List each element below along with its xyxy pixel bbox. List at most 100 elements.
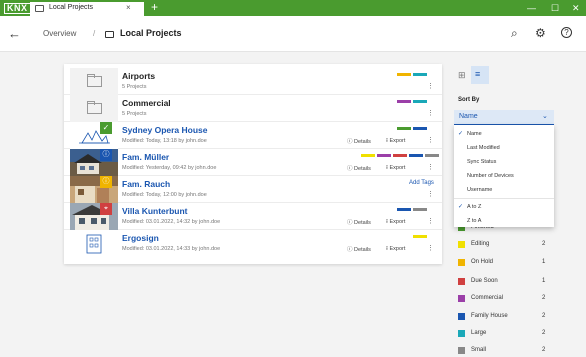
gear-icon[interactable]: ⚙: [535, 26, 546, 40]
more-menu-icon[interactable]: ⋮: [427, 217, 434, 225]
filter-commercial[interactable]: Commercial 2: [458, 294, 558, 306]
breadcrumb-overview[interactable]: Overview: [43, 29, 76, 38]
check-icon: ✓: [458, 131, 464, 137]
export-button[interactable]: ⭱ Export: [386, 218, 405, 227]
details-button[interactable]: ⓘ Details: [347, 137, 371, 145]
tag-bar: [361, 154, 439, 157]
export-button[interactable]: ⭱ Export: [386, 137, 405, 146]
tag-bar: [397, 100, 427, 103]
filter-on-hold[interactable]: On Hold 1: [458, 258, 558, 270]
grid-view-icon[interactable]: ⊞: [458, 70, 468, 80]
more-menu-icon[interactable]: ⋮: [427, 109, 434, 117]
filter-count: 1: [542, 278, 546, 284]
details-label: Details: [354, 139, 371, 145]
more-menu-icon[interactable]: ⋮: [427, 244, 434, 252]
building-icon: [86, 234, 102, 254]
more-menu-icon[interactable]: ⋮: [427, 82, 434, 90]
info-badge-icon[interactable]: ⓘ: [100, 149, 112, 161]
add-tags-link[interactable]: Add Tags: [409, 180, 434, 186]
filter-small[interactable]: Small 2: [458, 346, 558, 357]
title-bar: KNX Local Projects × + — ☐ ✕: [0, 0, 586, 16]
export-label: Export: [389, 219, 406, 225]
more-menu-icon[interactable]: ⋮: [427, 163, 434, 171]
details-button[interactable]: ⓘ Details: [347, 245, 371, 253]
tag-large: [413, 73, 427, 76]
tag-bar: [413, 235, 427, 238]
export-button[interactable]: ⭱ Export: [386, 164, 405, 173]
option-label: A to Z: [467, 204, 482, 210]
list-item[interactable]: Commercial 5 Projects ⋮: [64, 95, 442, 122]
sort-option-username[interactable]: Username: [454, 183, 554, 196]
list-item[interactable]: ⓘ Fam. Rauch Modified: Today, 12:00 by j…: [64, 176, 442, 203]
back-arrow-icon[interactable]: ←: [8, 26, 21, 41]
search-icon[interactable]: ⌕: [511, 26, 518, 41]
filter-count: 2: [542, 330, 546, 336]
tag-editing: [361, 154, 375, 157]
export-icon: ⭱: [386, 246, 388, 252]
export-button[interactable]: ⭱ Export: [386, 245, 405, 254]
location-badge-icon[interactable]: ⌖: [100, 203, 112, 215]
selected-check-icon[interactable]: ✓: [100, 122, 112, 134]
sort-option-number-of-devices[interactable]: Number of Devices: [454, 169, 554, 182]
chevron-down-icon: ⌄: [542, 113, 548, 120]
knx-logo: KNX: [4, 3, 31, 14]
filter-family-house[interactable]: Family House 2: [458, 312, 558, 324]
info-icon: ⓘ: [347, 247, 353, 253]
option-label: Number of Devices: [467, 173, 514, 179]
list-item[interactable]: ⓘ Fam. Müller Modified: Yesterday, 09:42…: [64, 149, 442, 176]
filter-count: 2: [542, 241, 546, 247]
tag-family-house: [413, 127, 427, 130]
filter-due-soon[interactable]: Due Soon 1: [458, 277, 558, 289]
option-label: Name: [467, 131, 482, 137]
filter-large[interactable]: Large 2: [458, 329, 558, 341]
check-icon: ✓: [458, 204, 464, 210]
project-subtitle: Modified: Today, 13:18 by john.doe: [122, 138, 207, 144]
list-view-icon[interactable]: ≡: [475, 69, 480, 79]
help-icon[interactable]: ?: [561, 27, 572, 38]
project-subtitle: Modified: 03.01.2022, 14:32 by john.doe: [122, 219, 221, 225]
tab-close-button[interactable]: ×: [126, 3, 131, 12]
tag-bar: [397, 127, 427, 130]
project-title: Ergosign: [122, 233, 159, 243]
sort-order-z-to-a[interactable]: Z to A: [454, 214, 554, 227]
more-menu-icon[interactable]: ⋮: [427, 190, 434, 198]
color-swatch: [458, 278, 465, 285]
filter-count: 2: [542, 313, 546, 319]
color-swatch: [458, 295, 465, 302]
folder-icon: [87, 101, 102, 114]
sort-label: Sort By: [458, 97, 480, 103]
details-button[interactable]: ⓘ Details: [347, 164, 371, 172]
minimize-button[interactable]: —: [527, 0, 536, 16]
filter-count: 2: [542, 295, 546, 301]
sort-select[interactable]: Name ⌄: [454, 110, 554, 125]
tab-local-projects[interactable]: Local Projects ×: [30, 2, 144, 16]
list-item[interactable]: Airports 5 Projects ⋮: [64, 68, 442, 95]
sort-option-sync-status[interactable]: Sync Status: [454, 155, 554, 168]
close-window-button[interactable]: ✕: [572, 0, 580, 16]
filter-editing[interactable]: Editing 2: [458, 240, 558, 252]
filter-label: Family House: [471, 313, 508, 319]
add-tab-button[interactable]: +: [151, 0, 158, 14]
more-menu-icon[interactable]: ⋮: [427, 136, 434, 144]
tag-commercial: [377, 154, 391, 157]
list-item[interactable]: ✓ Sydney Opera House Modified: Today, 13…: [64, 122, 442, 149]
sort-option-last-modified[interactable]: Last Modified: [454, 141, 554, 154]
list-item[interactable]: ⌖ Villa Kunterbunt Modified: 03.01.2022,…: [64, 203, 442, 230]
details-button[interactable]: ⓘ Details: [347, 218, 371, 226]
sort-option-name[interactable]: ✓ Name: [454, 127, 554, 140]
color-swatch: [458, 347, 465, 354]
project-subtitle: Modified: Yesterday, 09:42 by john.doe: [122, 165, 217, 171]
project-title: Fam. Rauch: [122, 179, 171, 189]
list-item[interactable]: Ergosign Modified: 03.01.2022, 14:33 by …: [64, 230, 442, 257]
filter-count: 1: [542, 259, 546, 265]
sort-order-a-to-z[interactable]: ✓ A to Z: [454, 200, 554, 213]
tag-on-hold: [397, 73, 411, 76]
breadcrumb-separator: /: [93, 29, 96, 38]
project-title: Airports: [122, 71, 156, 81]
export-label: Export: [389, 138, 406, 144]
filter-label: On Hold: [471, 259, 494, 265]
maximize-button[interactable]: ☐: [551, 0, 559, 16]
folder-icon: [87, 74, 102, 87]
project-subtitle: Modified: Today, 12:00 by john.doe: [122, 192, 207, 198]
info-badge-icon[interactable]: ⓘ: [100, 176, 112, 188]
